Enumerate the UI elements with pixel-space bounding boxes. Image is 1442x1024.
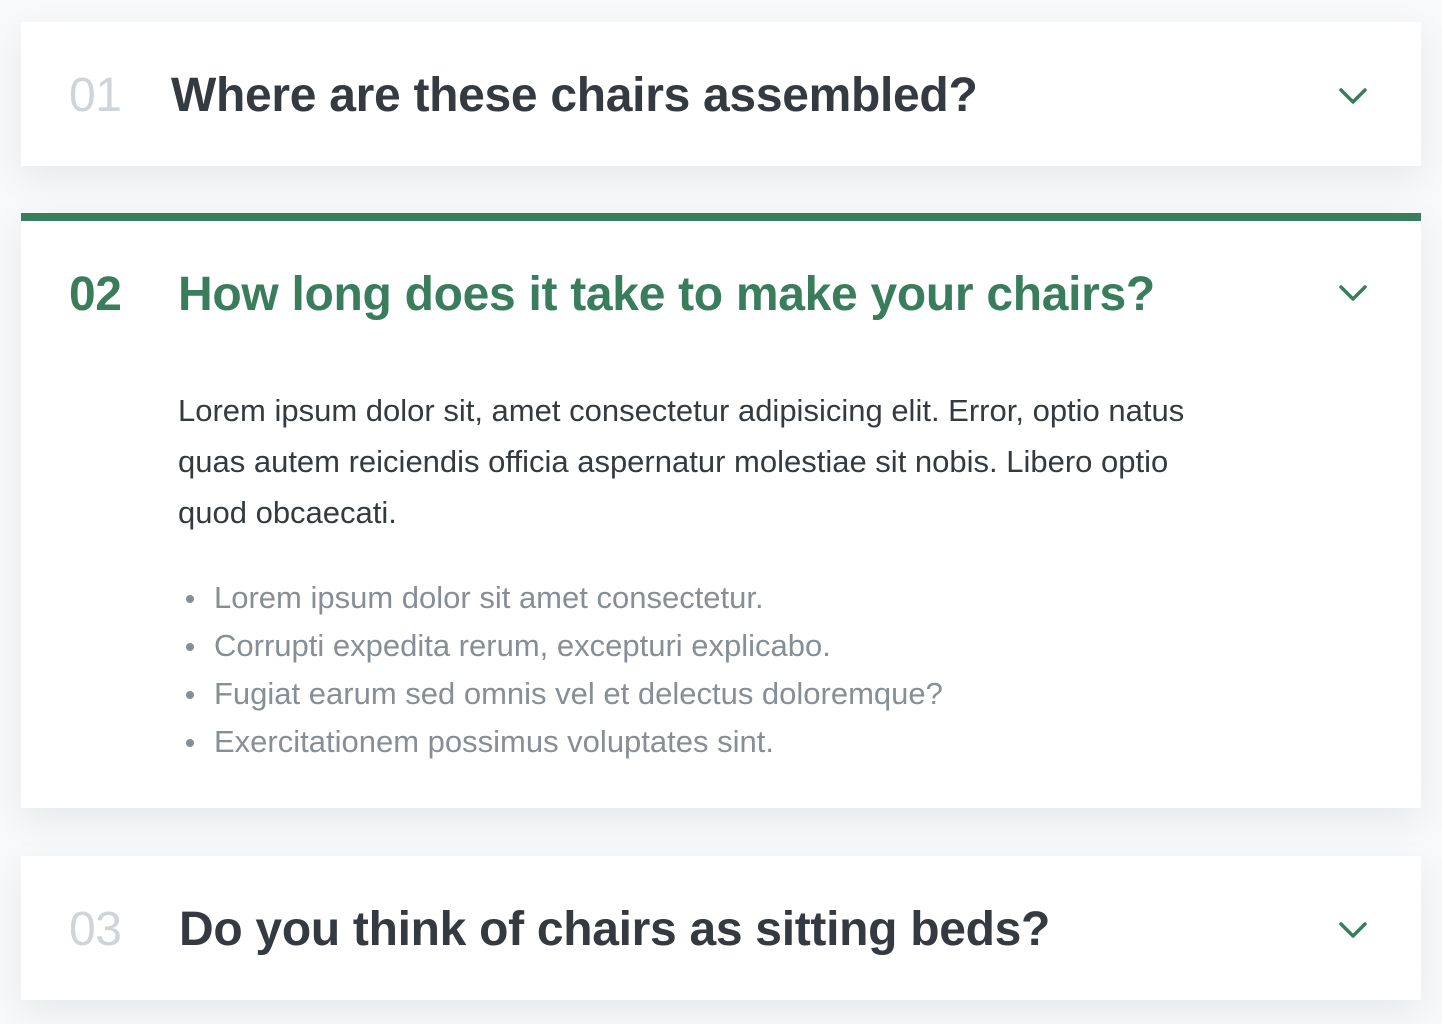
faq-item-number: 01	[69, 69, 122, 122]
faq-item-1-header[interactable]: 01 Where are these chairs assembled?	[21, 22, 1421, 166]
faq-item-3: 03 Do you think of chairs as sitting bed…	[21, 856, 1421, 1000]
faq-item-number: 03	[69, 903, 122, 956]
list-item: Fugiat earum sed omnis vel et delectus d…	[186, 670, 1218, 718]
chevron-down-icon[interactable]	[1333, 76, 1373, 116]
faq-item-2-answer: Lorem ipsum dolor sit, amet consectetur …	[178, 385, 1218, 766]
list-item: Corrupti expedita rerum, excepturi expli…	[186, 622, 1218, 670]
faq-item-3-header[interactable]: 03 Do you think of chairs as sitting bed…	[21, 856, 1421, 1000]
chevron-down-icon[interactable]	[1333, 910, 1373, 950]
answer-bullet-list: Lorem ipsum dolor sit amet consectetur. …	[178, 574, 1218, 766]
answer-paragraph: Lorem ipsum dolor sit, amet consectetur …	[178, 393, 1185, 530]
faq-item-2-header[interactable]: 02 How long does it take to make your ch…	[21, 221, 1421, 371]
faq-item-question: Where are these chairs assembled?	[171, 69, 978, 122]
faq-item-question: How long does it take to make your chair…	[178, 268, 1155, 321]
chevron-down-icon[interactable]	[1333, 273, 1373, 313]
faq-item-1: 01 Where are these chairs assembled?	[21, 22, 1421, 166]
faq-accordion: 01 Where are these chairs assembled? 02 …	[0, 0, 1442, 1024]
faq-item-question: Do you think of chairs as sitting beds?	[179, 903, 1051, 956]
faq-item-number: 02	[69, 268, 122, 321]
list-item: Lorem ipsum dolor sit amet consectetur.	[186, 574, 1218, 622]
faq-item-2: 02 How long does it take to make your ch…	[21, 213, 1421, 808]
list-item: Exercitationem possimus voluptates sint.	[186, 718, 1218, 766]
